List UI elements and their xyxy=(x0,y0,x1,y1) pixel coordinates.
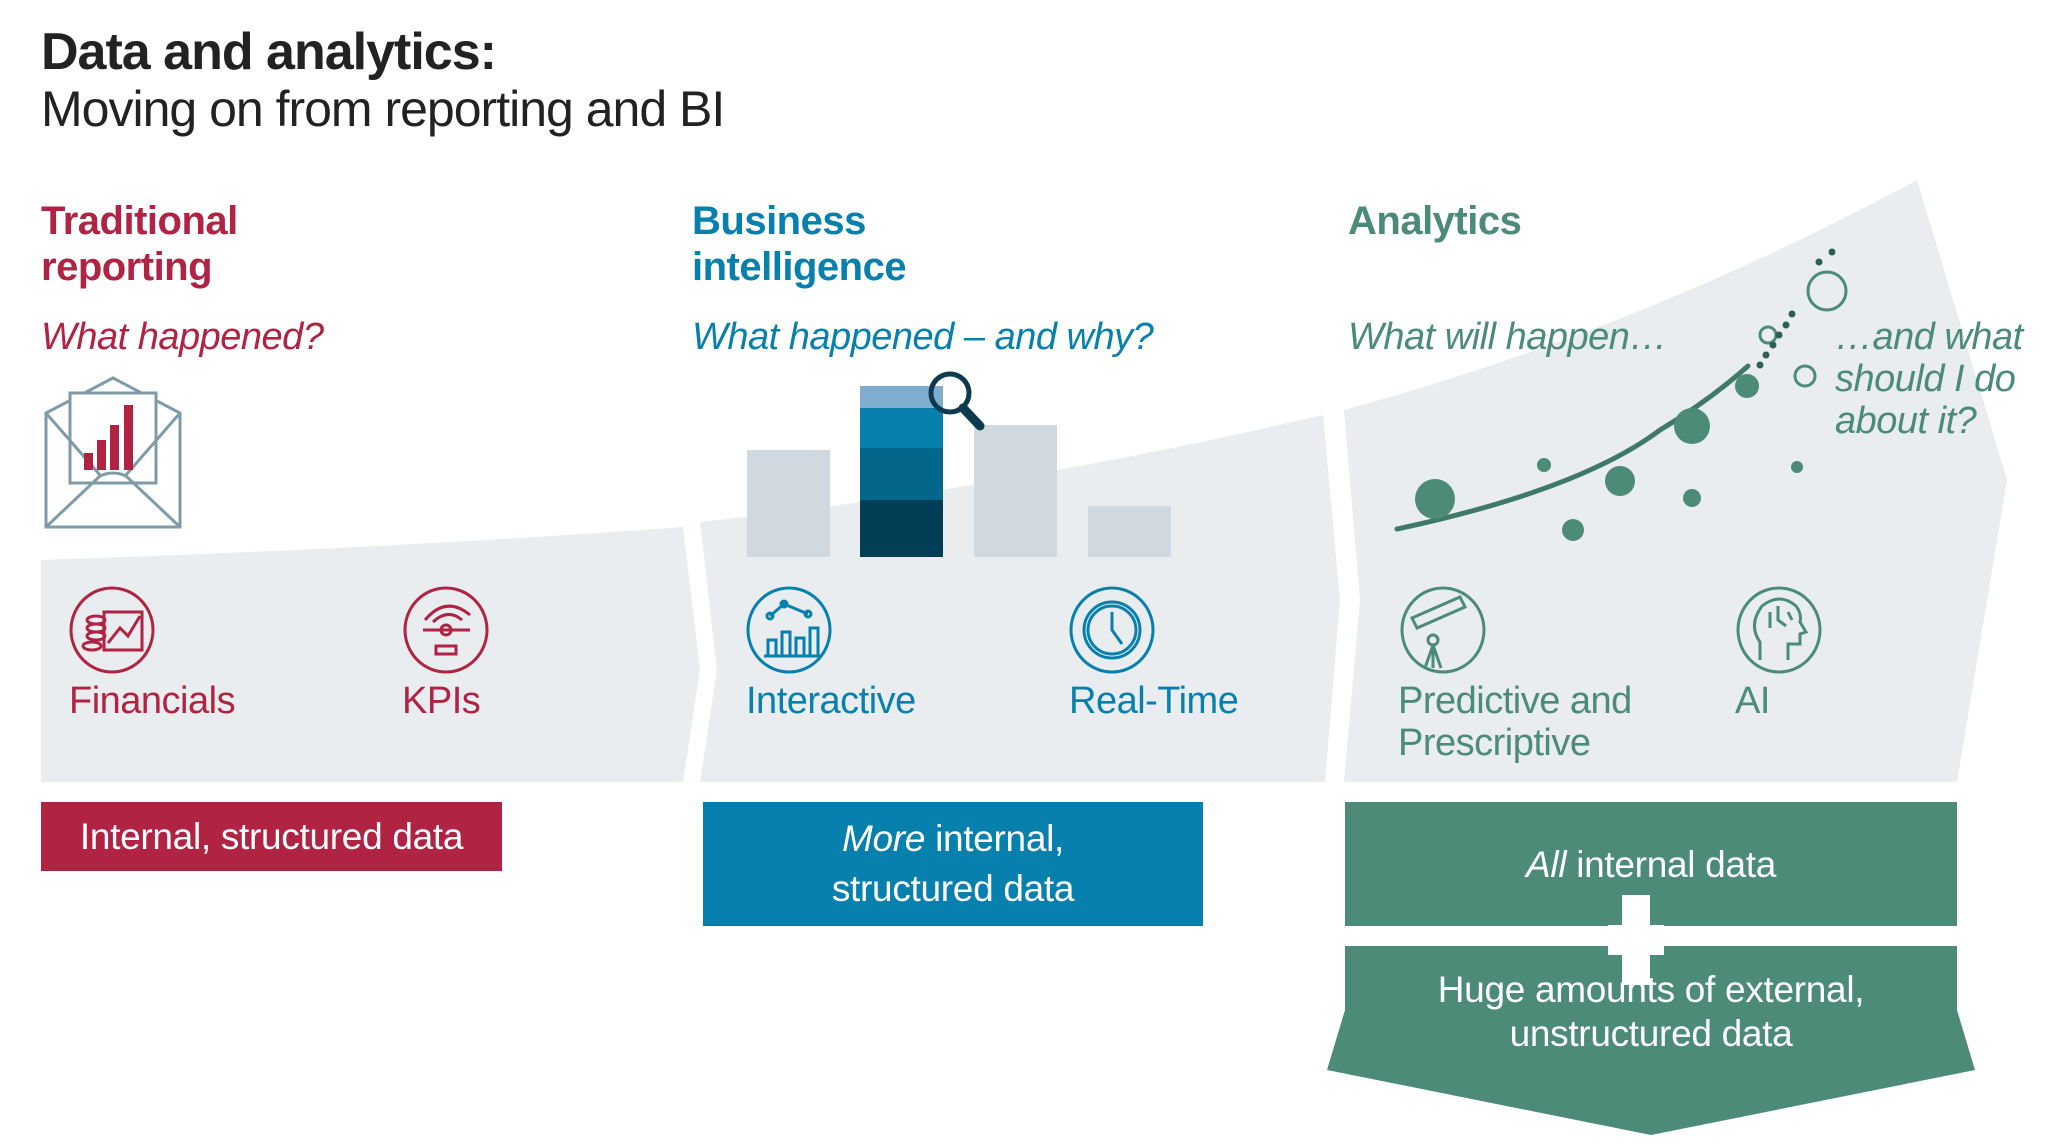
analytics-question: What will happen… xyxy=(1348,316,1667,358)
page-title: Data and analytics: xyxy=(41,23,497,81)
bi-question: What happened – and why? xyxy=(692,316,1154,358)
feature-ai: AI xyxy=(1735,680,1770,722)
chart-bar xyxy=(747,450,830,557)
feature-financials: Financials xyxy=(69,680,236,722)
chart-bar xyxy=(974,425,1057,557)
chart-bar xyxy=(1088,506,1171,557)
analytics-heading: Analytics xyxy=(1348,199,1522,243)
feature-real-time: Real-Time xyxy=(1069,680,1239,722)
feature-interactive: Interactive xyxy=(746,680,916,722)
feature-kpis: KPIs xyxy=(402,680,481,722)
band-segment-traditional xyxy=(41,527,700,782)
analytics-question-2: …and what should I do about it? xyxy=(1835,316,2023,442)
bi-data-box: More internal, structured data xyxy=(831,818,1075,909)
traditional-heading: Traditional reporting xyxy=(41,199,238,289)
traditional-question: What happened? xyxy=(41,316,324,358)
chart-bar-segment xyxy=(860,500,943,557)
analytics-internal-data: All internal data xyxy=(1526,844,1776,885)
envelope-report-icon xyxy=(44,376,182,529)
feature-predictive-prescriptive: Predictive and Prescriptive xyxy=(1398,680,1632,764)
analytics-external-data: Huge amounts of external, unstructured d… xyxy=(1437,969,1865,1054)
page-subtitle: Moving on from reporting and BI xyxy=(41,81,725,137)
traditional-data-box: Internal, structured data xyxy=(79,816,464,857)
bi-heading: Business intelligence xyxy=(692,199,907,289)
chart-bar-segment xyxy=(860,408,943,448)
chart-bar-segment xyxy=(860,448,943,500)
clock-icon xyxy=(1069,586,1155,674)
